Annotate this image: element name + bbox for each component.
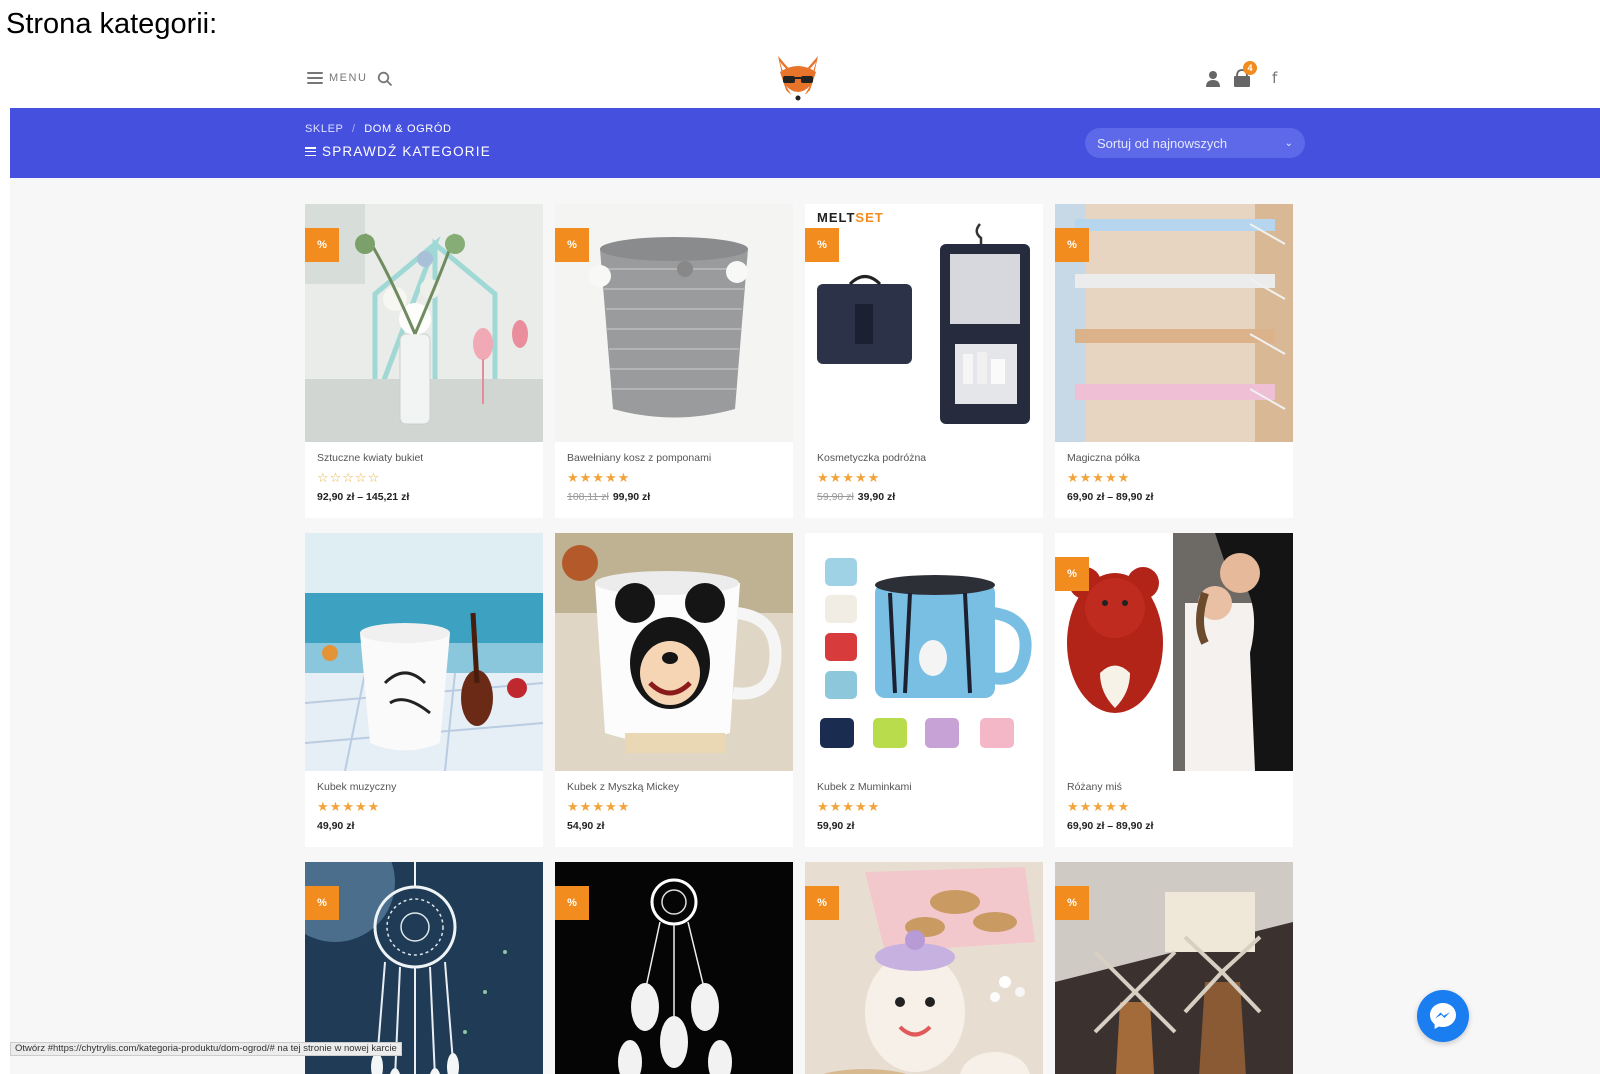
fox-logo[interactable]	[770, 52, 826, 108]
breadcrumb: SKLEP / DOM & OGRÓD	[305, 123, 452, 135]
product-title[interactable]: Bawełniany kosz z pomponami	[567, 452, 781, 464]
messenger-icon	[1430, 1003, 1456, 1029]
product-title[interactable]: Kubek muzyczny	[317, 781, 531, 793]
rating-stars: ★★★★★	[817, 800, 881, 815]
categories-toggle[interactable]: SPRAWDŹ KATEGORIE	[305, 144, 491, 159]
rating-stars: ★★★★★	[567, 800, 631, 815]
product-card[interactable]: % Magiczna półka ★★★★★ 69,90 zł – 89,90 …	[1055, 204, 1293, 518]
status-bar-url: Otwórz #https://chytrylis.com/kategoria-…	[10, 1042, 402, 1056]
hamburger-icon	[307, 72, 323, 84]
product-price: 108,11 zł 99,90 zł	[567, 491, 781, 503]
product-price: 92,90 zł – 145,21 zł	[317, 491, 531, 503]
product-image[interactable]	[305, 533, 543, 771]
product-image[interactable]: %	[1055, 204, 1293, 442]
product-card[interactable]: Kubek muzyczny ★★★★★ 49,90 zł	[305, 533, 543, 847]
product-title[interactable]: Magiczna półka	[1067, 452, 1281, 464]
search-icon[interactable]	[377, 71, 393, 87]
shop-page: MENU 4 f SKLEP / DOM & OGRÓD SPRAWDŹ KAT…	[10, 50, 1600, 1074]
product-card[interactable]: %	[1055, 862, 1293, 1074]
product-title[interactable]: Kubek z Myszką Mickey	[567, 781, 781, 793]
product-title[interactable]: Sztuczne kwiaty bukiet	[317, 452, 531, 464]
product-card[interactable]: %	[555, 862, 793, 1074]
product-card[interactable]: % Różany miś ★★★★★ 69,90 zł – 89,90 zł	[1055, 533, 1293, 847]
site-header: MENU 4 f	[10, 50, 1600, 110]
product-image[interactable]: %	[555, 862, 793, 1074]
price-value: 54,90 zł	[567, 820, 605, 832]
breadcrumb-separator: /	[351, 123, 356, 135]
messenger-button[interactable]	[1417, 990, 1469, 1042]
rating-stars: ☆☆☆☆☆	[317, 471, 381, 486]
rating-stars: ★★★★★	[317, 800, 381, 815]
product-image[interactable]	[555, 533, 793, 771]
product-price: 49,90 zł	[317, 820, 531, 832]
product-card[interactable]: Kubek z Myszką Mickey ★★★★★ 54,90 zł	[555, 533, 793, 847]
sale-badge: %	[555, 228, 589, 262]
sort-select-value: Sortuj od najnowszych	[1097, 135, 1228, 151]
account-icon[interactable]	[1205, 70, 1221, 88]
sale-badge: %	[555, 886, 589, 920]
product-image[interactable]: %	[1055, 533, 1293, 771]
breadcrumb-current: DOM & OGRÓD	[364, 123, 452, 135]
product-price: 69,90 zł – 89,90 zł	[1067, 820, 1281, 832]
product-title[interactable]: Kubek z Muminkami	[817, 781, 1031, 793]
product-title[interactable]: Różany miś	[1067, 781, 1281, 793]
price-value: 99,90 zł	[612, 491, 651, 503]
sale-badge: %	[1055, 228, 1089, 262]
old-price: 108,11 zł	[567, 491, 609, 503]
product-title[interactable]: Kosmetyczka podróżna	[817, 452, 1031, 464]
sale-badge: %	[805, 886, 839, 920]
facebook-icon[interactable]: f	[1272, 69, 1277, 87]
product-card[interactable]: % Bawełniany kosz z pomponami ★★★★★ 108,…	[555, 204, 793, 518]
product-card[interactable]: % Sztuczne kwiaty bukiet ☆☆☆☆☆ 92,90 zł …	[305, 204, 543, 518]
rating-stars: ★★★★★	[1067, 800, 1131, 815]
breadcrumb-shop[interactable]: SKLEP	[305, 123, 343, 135]
brand-logo-text: MELTSET	[817, 210, 884, 225]
product-image[interactable]: %	[1055, 862, 1293, 1074]
category-bar: SKLEP / DOM & OGRÓD SPRAWDŹ KATEGORIE So…	[10, 108, 1600, 178]
price-value: 59,90 zł	[817, 820, 855, 832]
sale-badge: %	[805, 228, 839, 262]
product-image[interactable]: %	[805, 862, 1043, 1074]
product-image[interactable]	[805, 533, 1043, 771]
product-image[interactable]: MELTSET %	[805, 204, 1043, 442]
categories-toggle-label: SPRAWDŹ KATEGORIE	[322, 144, 491, 159]
product-price: 54,90 zł	[567, 820, 781, 832]
chevron-down-icon: ⌄	[1284, 137, 1293, 149]
price-value: 69,90 zł – 89,90 zł	[1067, 491, 1154, 503]
sale-badge: %	[305, 886, 339, 920]
list-icon	[305, 147, 316, 156]
rating-stars: ★★★★★	[1067, 471, 1131, 486]
price-value: 92,90 zł – 145,21 zł	[317, 491, 410, 503]
price-value: 49,90 zł	[317, 820, 355, 832]
price-value: 39,90 zł	[857, 491, 896, 503]
product-image[interactable]: %	[555, 204, 793, 442]
sale-badge: %	[1055, 557, 1089, 591]
product-card[interactable]: MELTSET % Kosmetyczka podróżna ★★★★★ 59,…	[805, 204, 1043, 518]
sale-badge: %	[305, 228, 339, 262]
product-price: 69,90 zł – 89,90 zł	[1067, 491, 1281, 503]
rating-stars: ★★★★★	[817, 471, 881, 486]
menu-label: MENU	[329, 72, 368, 84]
menu-button[interactable]: MENU	[307, 72, 367, 84]
cart-count-badge: 4	[1243, 61, 1257, 75]
product-price: 59,90 zł 39,90 zł	[817, 491, 1031, 503]
product-image[interactable]: %	[305, 204, 543, 442]
sort-select[interactable]: Sortuj od najnowszych ⌄	[1085, 128, 1305, 158]
price-value: 69,90 zł – 89,90 zł	[1067, 820, 1154, 832]
product-price: 59,90 zł	[817, 820, 1031, 832]
product-card[interactable]: %	[805, 862, 1043, 1074]
old-price: 59,90 zł	[817, 491, 854, 503]
document-caption: Strona kategorii:	[6, 8, 218, 40]
product-card[interactable]: Kubek z Muminkami ★★★★★ 59,90 zł	[805, 533, 1043, 847]
rating-stars: ★★★★★	[567, 471, 631, 486]
sale-badge: %	[1055, 886, 1089, 920]
